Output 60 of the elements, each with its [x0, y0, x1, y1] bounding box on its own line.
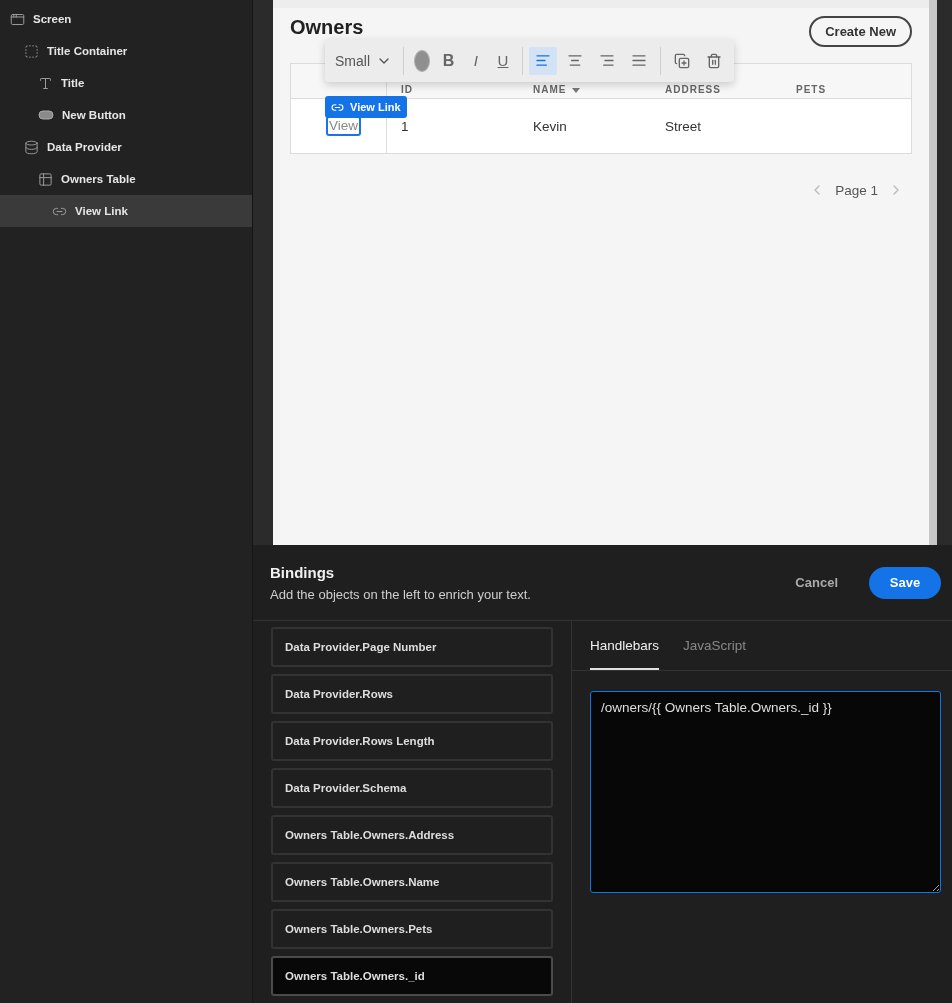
- tree-item[interactable]: Owners Table: [0, 163, 252, 195]
- panel-subtitle: Add the objects on the left to enrich your text.: [270, 586, 531, 602]
- trash-icon: [706, 52, 722, 69]
- editor-tab[interactable]: Handlebars: [590, 623, 660, 670]
- binding-item[interactable]: Data Provider.Page Number: [271, 627, 553, 667]
- page-title: Owners: [290, 16, 364, 38]
- text-icon: [38, 75, 53, 91]
- column-header[interactable]: ID: [401, 84, 413, 95]
- tree-item-label: Owners Table: [61, 173, 136, 185]
- binding-item[interactable]: Owners Table.Owners.Pets: [271, 909, 553, 949]
- tree-item-label: New Button: [62, 109, 126, 121]
- binding-item[interactable]: Data Provider.Rows: [271, 674, 553, 714]
- column-header[interactable]: NAME: [533, 84, 581, 95]
- align-center-icon: [567, 52, 584, 69]
- pill-icon: [38, 110, 54, 120]
- tree-item[interactable]: Screen: [0, 3, 252, 35]
- tree-item[interactable]: New Button: [0, 99, 252, 131]
- tree-item-label: View Link: [75, 205, 128, 217]
- cancel-button[interactable]: Cancel: [789, 574, 844, 591]
- align-left-button[interactable]: [529, 46, 558, 75]
- italic-button[interactable]: I: [464, 46, 488, 75]
- tree-item-label: Data Provider: [47, 141, 122, 153]
- align-right-icon: [599, 52, 616, 69]
- save-button[interactable]: Save: [869, 566, 941, 599]
- tree-item[interactable]: Title: [0, 67, 252, 99]
- tree-item[interactable]: Data Provider: [0, 131, 252, 163]
- underline-button[interactable]: U: [491, 46, 515, 75]
- table-cell: 1: [401, 118, 409, 134]
- tree-item[interactable]: View Link: [0, 195, 252, 227]
- binding-item[interactable]: Data Provider.Schema: [271, 768, 553, 808]
- page-label: Page 1: [835, 182, 878, 198]
- window-icon: [10, 11, 25, 27]
- duplicate-icon: [674, 52, 690, 69]
- bold-button[interactable]: B: [436, 46, 461, 75]
- column-header[interactable]: ADDRESS: [665, 84, 721, 95]
- color-swatch[interactable]: [413, 49, 430, 72]
- panel-title: Bindings: [270, 563, 336, 581]
- scrollbar[interactable]: [929, 0, 937, 545]
- align-justify-icon: [631, 52, 648, 69]
- table-icon: [38, 171, 53, 187]
- binding-item[interactable]: Data Provider.Rows Length: [271, 721, 553, 761]
- binding-item[interactable]: Owners Table.Owners.Address: [271, 815, 553, 855]
- align-left-icon: [535, 52, 552, 69]
- table-cell: Kevin: [533, 118, 567, 134]
- binding-item[interactable]: Owners Table.Owners._id: [271, 956, 553, 996]
- tree-item-label: Title Container: [47, 45, 128, 57]
- database-icon: [24, 139, 39, 155]
- dashed-square-icon: [24, 43, 39, 59]
- editor-tab[interactable]: JavaScript: [683, 623, 747, 670]
- sort-icon: [572, 85, 581, 94]
- size-dropdown[interactable]: Small: [331, 52, 396, 69]
- tree-item[interactable]: Title Container: [0, 35, 252, 67]
- column-header[interactable]: PETS: [796, 84, 827, 95]
- binding-input-field[interactable]: /owners/{{ Owners Table.Owners._id }}: [590, 691, 941, 893]
- create-new-button[interactable]: Create New: [809, 16, 912, 47]
- binding-item[interactable]: Owners Table.Owners.Name: [271, 862, 553, 902]
- tree-item-label: Title: [61, 77, 85, 89]
- selection-tag-label: View Link: [350, 101, 401, 113]
- table-cell: Street: [665, 118, 702, 134]
- tree-item-label: Screen: [33, 13, 72, 25]
